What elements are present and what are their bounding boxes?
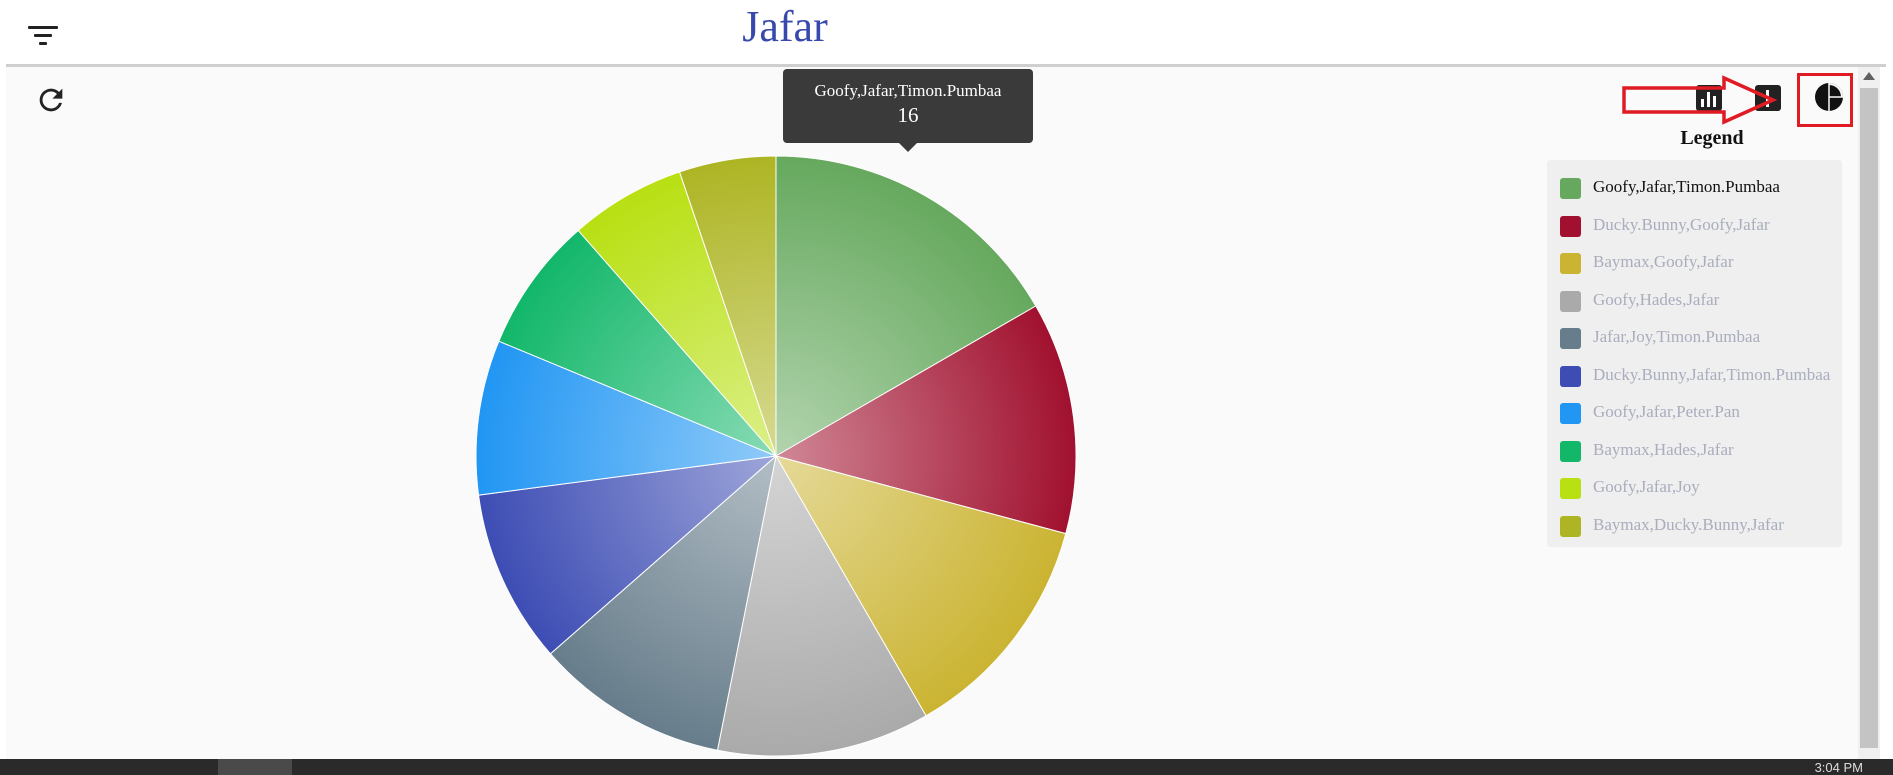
legend-item[interactable]: Goofy,Jafar,Timon.Pumbaa — [1547, 168, 1842, 202]
legend-label: Baymax,Hades,Jafar — [1593, 439, 1734, 459]
legend-label: Goofy,Jafar,Timon.Pumbaa — [1593, 177, 1780, 196]
legend-label: Goofy,Jafar,Peter.Pan — [1593, 402, 1740, 421]
legend-swatch — [1560, 515, 1581, 537]
legend-swatch — [1560, 328, 1581, 349]
taskbar-clock: 3:04 PM — [1814, 760, 1863, 775]
legend-swatch — [1560, 215, 1581, 237]
legend-swatch — [1560, 253, 1581, 274]
top-bar: Jafar — [0, 0, 1893, 64]
taskbar-active-app[interactable] — [218, 759, 292, 775]
legend-swatch — [1560, 403, 1581, 424]
legend-label: Goofy,Jafar,Joy — [1593, 477, 1700, 496]
tooltip-label: Goofy,Jafar,Timon.Pumbaa — [814, 81, 1002, 100]
legend-title: Legend — [1680, 127, 1744, 149]
legend-item[interactable]: Ducky.Bunny,Jafar,Timon.Pumbaa — [1547, 356, 1842, 390]
pie-chart-icon[interactable] — [1812, 80, 1846, 114]
bar-chart-icon[interactable] — [1692, 81, 1726, 115]
chart-panel: Goofy,Jafar,Timon.Pumbaa 16 Legend Goofy… — [6, 67, 1858, 759]
legend-swatch — [1560, 440, 1581, 462]
tooltip-value: 16 — [897, 103, 919, 127]
legend-label: Baymax,Ducky.Bunny,Jafar — [1593, 514, 1784, 534]
legend-item[interactable]: Baymax,Goofy,Jafar — [1547, 243, 1842, 277]
legend-label: Goofy,Hades,Jafar — [1593, 289, 1720, 309]
legend-label: Ducky.Bunny,Jafar,Timon.Pumbaa — [1593, 364, 1831, 384]
scroll-thumb[interactable] — [1860, 88, 1878, 748]
legend-swatch — [1560, 478, 1581, 499]
legend-label: Baymax,Goofy,Jafar — [1593, 252, 1734, 271]
legend-item[interactable]: Goofy,Hades,Jafar — [1547, 281, 1842, 315]
taskbar: 3:04 PM — [0, 759, 1893, 775]
page-title: Jafar — [742, 2, 828, 51]
chart-tooltip: Goofy,Jafar,Timon.Pumbaa 16 — [783, 69, 1033, 152]
legend-swatch — [1560, 178, 1581, 199]
legend-item[interactable]: Goofy,Jafar,Peter.Pan — [1547, 393, 1842, 427]
legend: Goofy,Jafar,Timon.Pumbaa Ducky.Bunny,Goo… — [1547, 160, 1842, 547]
legend-item[interactable]: Goofy,Jafar,Joy — [1547, 468, 1842, 502]
legend-item[interactable]: Baymax,Hades,Jafar — [1547, 431, 1842, 465]
legend-label: Ducky.Bunny,Goofy,Jafar — [1593, 214, 1770, 234]
scroll-up-arrow-icon[interactable] — [1863, 72, 1875, 80]
line-chart-icon[interactable] — [1751, 81, 1785, 115]
legend-item[interactable]: Jafar,Joy,Timon.Pumbaa — [1547, 318, 1842, 352]
legend-item[interactable]: Baymax,Ducky.Bunny,Jafar — [1547, 506, 1842, 540]
legend-label: Jafar,Joy,Timon.Pumbaa — [1593, 327, 1761, 346]
filter-menu-icon[interactable] — [28, 24, 58, 48]
legend-swatch — [1560, 365, 1581, 387]
legend-swatch — [1560, 290, 1581, 312]
legend-item[interactable]: Ducky.Bunny,Goofy,Jafar — [1547, 206, 1842, 240]
